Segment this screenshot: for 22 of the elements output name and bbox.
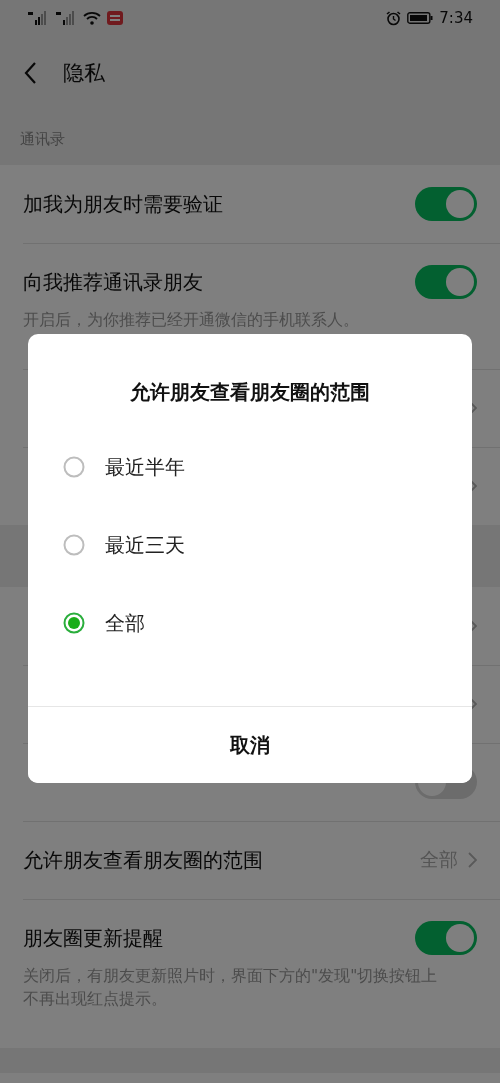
app-notification-icon <box>107 11 123 25</box>
signal-icon <box>27 11 49 25</box>
chevron-right-icon <box>468 852 477 868</box>
setting-label: 允许朋友查看朋友圈的范围 <box>23 846 264 874</box>
option-item[interactable]: 最近三天 <box>28 506 472 584</box>
setting-label: 朋友圈更新提醒 <box>23 924 164 952</box>
chevron-left-icon <box>24 62 37 84</box>
toggle-switch[interactable] <box>415 187 477 221</box>
battery-icon <box>407 12 434 24</box>
wifi-icon <box>83 11 101 25</box>
option-item[interactable]: 全部 <box>28 584 472 662</box>
toggle-switch[interactable] <box>415 921 477 955</box>
toggle-switch[interactable] <box>415 265 477 299</box>
option-item[interactable]: 最近半年 <box>28 428 472 506</box>
page-title: 隐私 <box>63 60 105 87</box>
clock-time: 7:34 <box>439 9 473 27</box>
cancel-button[interactable]: 取消 <box>28 706 472 783</box>
setting-label: 向我推荐通讯录朋友 <box>23 268 204 296</box>
signal-icon <box>55 11 77 25</box>
setting-label: 加我为朋友时需要验证 <box>23 190 224 218</box>
dialog-title: 允许朋友查看朋友圈的范围 <box>130 379 370 406</box>
alarm-clock-icon <box>386 10 402 26</box>
